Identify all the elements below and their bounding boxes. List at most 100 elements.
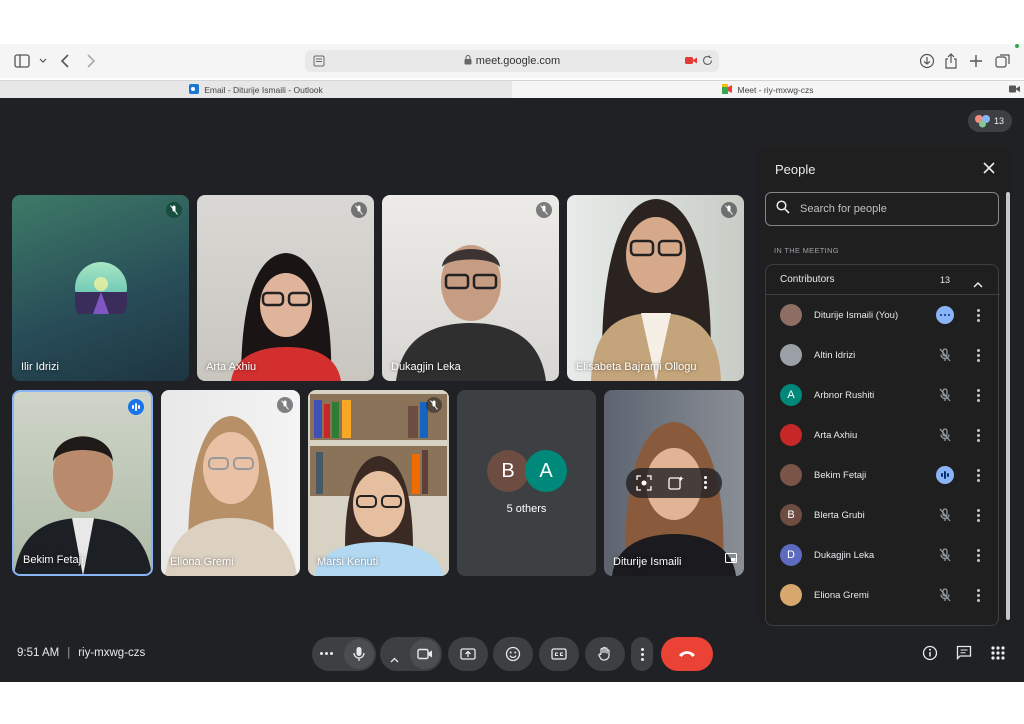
effects-icon[interactable] (668, 475, 684, 496)
self-tile-controls (626, 468, 722, 498)
group-title: Contributors (780, 274, 835, 285)
speaking-indicator-icon (128, 399, 144, 415)
participant-row[interactable]: Bekim Fetaji (766, 455, 1000, 495)
video-tile[interactable]: Marsi Kenuti (308, 390, 449, 576)
picture-in-picture-icon[interactable] (725, 550, 737, 568)
more-vert-icon[interactable] (971, 346, 985, 364)
participant-row[interactable]: D Dukagjin Leka (766, 535, 1000, 575)
contributors-group: Contributors 13 Diturije Ismaili (You) Al… (765, 264, 1000, 626)
more-vert-icon[interactable] (971, 506, 985, 524)
share-icon[interactable] (942, 52, 960, 70)
others-label: 5 others (506, 503, 547, 515)
video-tile-active-speaker[interactable]: Bekim Fetaji (12, 390, 153, 576)
forward-icon[interactable] (82, 52, 100, 70)
more-vert-icon[interactable] (971, 426, 985, 444)
group-count: 13 (940, 274, 951, 285)
back-icon[interactable] (56, 52, 74, 70)
panel-scrollbar[interactable] (1006, 192, 1010, 620)
close-icon[interactable] (982, 161, 998, 177)
avatar: A (525, 450, 567, 492)
tab-overview-icon[interactable] (994, 52, 1012, 70)
tile-name: Eliona Gremi (170, 556, 234, 568)
participant-name: Dukagjin Leka (814, 549, 875, 561)
video-tile[interactable]: Eliona Gremi (161, 390, 300, 576)
search-input[interactable]: Search for people (765, 192, 999, 226)
audio-options-icon[interactable] (320, 652, 333, 655)
participant-name: Altin Idrizi (814, 349, 856, 361)
meeting-code: riy-mxwg-czs (78, 647, 146, 659)
others-tile[interactable]: B A 5 others (457, 390, 596, 576)
raise-hand-button[interactable] (585, 637, 625, 671)
frame-icon[interactable] (636, 475, 652, 496)
participant-row[interactable]: B Blerta Grubi (766, 495, 1000, 535)
meeting-details-icon[interactable] (921, 644, 939, 662)
captions-button[interactable] (539, 637, 579, 671)
participant-name: Blerta Grubi (814, 509, 865, 521)
avatars-icon (975, 115, 990, 128)
avatar (780, 464, 802, 486)
captions-icon (551, 648, 567, 660)
tab-outlook[interactable]: Email - Diturije Ismaili - Outlook (0, 81, 512, 99)
participant-row[interactable]: Eliona Gremi (766, 575, 1000, 615)
contributors-header[interactable]: Contributors 13 (766, 265, 1000, 295)
chat-icon[interactable] (955, 644, 973, 662)
tile-name: Ilir Idrizi (21, 361, 59, 373)
activities-grid-icon[interactable] (989, 644, 1007, 662)
more-options-icon[interactable] (704, 476, 707, 489)
reload-icon[interactable] (702, 55, 713, 69)
avatar: B (780, 504, 802, 526)
meet-icon (722, 84, 733, 96)
participant-name: Arbnor Rushiti (814, 389, 875, 401)
lock-icon (464, 54, 472, 68)
leave-call-button[interactable] (661, 637, 713, 671)
camera-tab-icon (1009, 85, 1020, 95)
sidebar-toggle-icon[interactable] (13, 52, 31, 70)
video-tile[interactable]: Arta Axhiu (197, 195, 374, 381)
camera-button[interactable] (410, 639, 440, 669)
chevron-up-icon[interactable] (973, 275, 983, 293)
more-vert-icon[interactable] (971, 466, 985, 484)
video-tile[interactable]: Elisabeta Bajrami Ollogu (567, 195, 744, 381)
participant-row[interactable]: Altin Idrizi (766, 335, 1000, 375)
video-tile[interactable]: Ilir Idrizi (12, 195, 189, 381)
people-panel: People Search for people IN THE MEETING … (757, 146, 1012, 626)
mic-off-icon (536, 202, 552, 218)
separator: | (67, 647, 71, 659)
new-tab-icon[interactable] (967, 52, 985, 70)
avatar (780, 304, 802, 326)
tab-meet[interactable]: Meet - riy-mxwg-czs (512, 81, 1024, 99)
video-tile[interactable]: Dukagjin Leka (382, 195, 559, 381)
mic-off-icon (426, 397, 442, 413)
speaking-indicator-icon (936, 466, 954, 484)
chevron-up-icon[interactable] (390, 650, 399, 668)
chevron-down-icon[interactable] (34, 52, 52, 70)
more-vert-icon[interactable] (971, 386, 985, 404)
download-icon[interactable] (918, 52, 936, 70)
tab-bar: Email - Diturije Ismaili - Outlook Meet … (0, 80, 1024, 99)
participant-row[interactable]: Arta Axhiu (766, 415, 1000, 455)
participant-video (612, 422, 736, 576)
mic-icon (353, 647, 365, 661)
reader-icon[interactable] (313, 55, 325, 70)
participant-row[interactable]: Diturije Ismaili (You) (766, 295, 1000, 335)
camera-icon (417, 648, 432, 660)
participant-name: Diturije Ismaili (You) (814, 309, 899, 321)
participant-row[interactable]: A Arbnor Rushiti (766, 375, 1000, 415)
more-vert-icon[interactable] (971, 586, 985, 604)
hand-icon (598, 646, 610, 661)
url-text: meet.google.com (475, 55, 561, 67)
participant-count-chip[interactable]: 13 (968, 110, 1012, 132)
reactions-button[interactable] (493, 637, 533, 671)
present-button[interactable] (448, 637, 488, 671)
avatar (780, 344, 802, 366)
more-vert-icon[interactable] (971, 306, 985, 324)
more-vert-icon[interactable] (971, 546, 985, 564)
search-icon (776, 199, 790, 219)
participant-video (590, 199, 721, 381)
video-tile-self[interactable]: Diturije Ismaili (604, 390, 744, 576)
camera-in-use-icon[interactable] (685, 56, 697, 68)
mic-button[interactable] (344, 639, 374, 669)
participant-video (164, 416, 297, 576)
address-bar[interactable]: meet.google.com (305, 50, 719, 72)
more-options-button[interactable] (631, 637, 653, 671)
